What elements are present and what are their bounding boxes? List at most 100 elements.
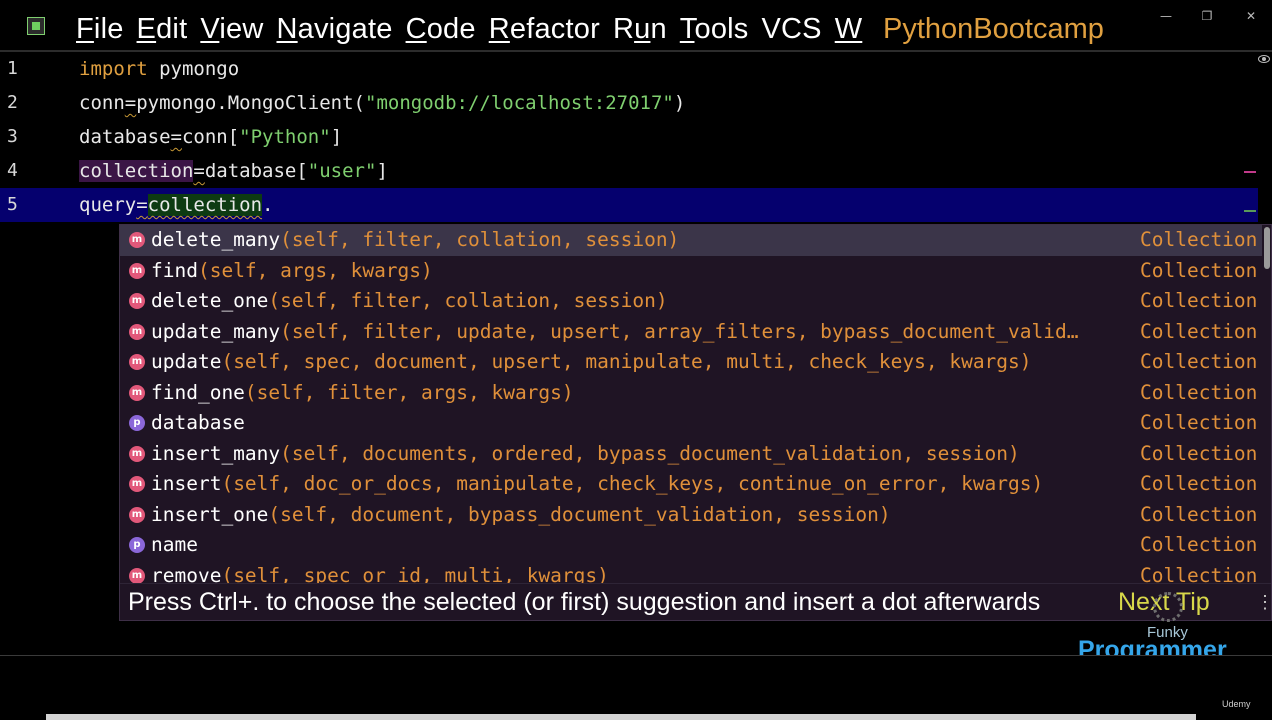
mongoclient-call: pymongo.MongoClient( [136, 92, 365, 114]
pycharm-app-icon[interactable] [27, 17, 45, 35]
tip-text: Press Ctrl+. to choose the selected (or … [128, 588, 1041, 616]
code-line-4[interactable]: 4 collection=database["user"] [0, 154, 1258, 188]
completion-item-type: Collection [1140, 563, 1258, 584]
completion-item-name: insert(self, doc_or_docs, manipulate, ch… [151, 472, 1044, 495]
menu-item[interactable]: File [76, 13, 124, 46]
completion-item-params: (self, documents, ordered, bypass_docume… [280, 441, 1020, 465]
completion-item[interactable]: m delete_one(self, filter, collation, ses… [120, 286, 1262, 317]
gear-logo-icon [1153, 592, 1183, 622]
variable-query: query [79, 194, 137, 216]
method-icon: m [129, 476, 145, 492]
menu-item[interactable]: Edit [137, 13, 188, 46]
menu-item[interactable]: Navigate [276, 13, 392, 46]
completion-item-params: (self, document, bypass_document_validat… [268, 502, 891, 526]
more-options-icon[interactable]: ⋮ [1256, 584, 1271, 620]
collection-string: "user" [307, 160, 377, 182]
property-icon: p [129, 415, 145, 431]
completion-item[interactable]: p database Collection [120, 408, 1262, 439]
udemy-logo: Udemy [1222, 699, 1251, 709]
operator-assign: = [193, 160, 205, 182]
completion-item-params: (self, filter, update, upsert, array_fil… [280, 319, 1079, 343]
close-bracket: ] [330, 126, 343, 148]
index-expression: conn[ [181, 126, 240, 148]
completion-item-name: find_one(self, filter, args, kwargs) [151, 380, 574, 404]
completion-item-type: Collection [1140, 228, 1258, 251]
variable-conn: conn [79, 92, 125, 114]
code-completion-popup[interactable]: m delete_many(self, filter, collation, se… [119, 224, 1272, 621]
completion-item-type: Collection [1140, 472, 1258, 495]
menu-item[interactable]: VCS [761, 13, 821, 46]
keyword-import: import [79, 58, 148, 80]
menu-item[interactable]: Code [406, 13, 476, 46]
completion-item[interactable]: m insert_many(self, documents, ordered, b… [120, 439, 1262, 470]
line-number: 5 [7, 194, 18, 215]
menu-item[interactable]: Run [613, 13, 667, 46]
completion-item[interactable]: p name Collection [120, 530, 1262, 561]
completion-item-type: Collection [1140, 533, 1258, 556]
completion-item[interactable]: m update(self, spec, document, upsert, ma… [120, 347, 1262, 378]
restore-icon[interactable]: ❐ [1196, 6, 1218, 26]
line-number: 2 [7, 92, 18, 113]
index-expression: database[ [204, 160, 308, 182]
completion-item-params: (self, spec_or_id, multi, kwargs) [221, 563, 609, 584]
variable-database: database [79, 126, 171, 148]
method-icon: m [129, 232, 145, 248]
completion-list[interactable]: m delete_many(self, filter, collation, se… [120, 225, 1262, 583]
module-name: pymongo [147, 58, 240, 80]
completion-item[interactable]: m insert(self, doc_or_docs, manipulate, c… [120, 469, 1262, 500]
error-stripe-mark[interactable] [1244, 171, 1256, 173]
completion-item-params: (self, doc_or_docs, manipulate, check_ke… [221, 472, 1044, 495]
completion-tip-bar: Press Ctrl+. to choose the selected (or … [120, 583, 1271, 620]
code-line-1[interactable]: 1 import pymongo [0, 52, 1258, 86]
completion-item-type: Collection [1140, 258, 1258, 282]
eye-icon[interactable] [1258, 55, 1270, 63]
completion-item-params: (self, filter, args, kwargs) [244, 380, 574, 404]
code-line-2[interactable]: 2 conn=pymongo.MongoClient("mongodb://lo… [0, 86, 1258, 120]
completion-item[interactable]: m insert_one(self, document, bypass_docum… [120, 500, 1262, 531]
completion-item[interactable]: m delete_many(self, filter, collation, se… [120, 225, 1262, 256]
operator-assign: = [124, 92, 137, 114]
completion-item-params: (self, args, kwargs) [197, 258, 433, 282]
completion-item-type: Collection [1140, 441, 1258, 465]
close-bracket: ] [376, 160, 388, 182]
completion-item-name: remove(self, spec_or_id, multi, kwargs) [151, 561, 609, 584]
completion-item-type: Collection [1140, 319, 1258, 343]
completion-item-name: insert_many(self, documents, ordered, by… [151, 441, 1020, 465]
video-progress-bar[interactable] [46, 714, 1196, 720]
completion-item-name: find(self, args, kwargs) [151, 258, 433, 282]
completion-item-name: name [151, 533, 198, 556]
minimize-icon[interactable]: — [1155, 6, 1177, 26]
completion-item[interactable]: m update_many(self, filter, update, upser… [120, 317, 1262, 348]
completion-item-name: insert_one(self, document, bypass_docume… [151, 502, 891, 526]
dot-accessor: . [262, 194, 274, 216]
completion-item-params: (self, filter, collation, session) [268, 289, 668, 312]
method-icon: m [129, 293, 145, 309]
menu-item[interactable]: View [200, 13, 263, 46]
operator-assign: = [170, 126, 182, 148]
property-icon: p [129, 537, 145, 553]
main-menu: File Edit View Navigate Code Refactor Run Tools… [76, 10, 875, 48]
completion-item-params: (self, filter, collation, session) [280, 228, 680, 251]
completion-item[interactable]: m remove(self, spec_or_id, multi, kwargs)… [120, 561, 1262, 584]
completion-item-name: update(self, spec, document, upsert, man… [151, 350, 1032, 373]
menu-item[interactable]: W [835, 13, 863, 46]
completion-item-type: Collection [1140, 380, 1258, 404]
code-line-5[interactable]: 5 query=collection. [0, 188, 1258, 222]
completion-item[interactable]: m find_one(self, filter, args, kwargs) Col… [120, 378, 1262, 409]
line-number: 4 [7, 160, 18, 181]
completion-item[interactable]: m find(self, args, kwargs) Collection [120, 256, 1262, 287]
operator-assign: = [136, 194, 148, 216]
completion-item-params: (self, spec, document, upsert, manipulat… [221, 350, 1032, 373]
close-paren: ) [673, 92, 686, 114]
method-icon: m [129, 323, 145, 340]
close-icon[interactable]: ✕ [1240, 6, 1262, 26]
menu-item[interactable]: Tools [680, 13, 749, 46]
completion-item-type: Collection [1140, 502, 1258, 526]
code-line-3[interactable]: 3 database=conn["Python"] [0, 120, 1258, 154]
completion-item-type: Collection [1140, 289, 1258, 312]
completion-scrollbar[interactable] [1264, 227, 1270, 269]
warning-stripe-mark[interactable] [1244, 210, 1256, 212]
menu-item[interactable]: Refactor [489, 13, 600, 46]
completion-item-name: delete_many(self, filter, collation, ses… [151, 228, 680, 251]
connection-string: "mongodb://localhost:27017" [365, 92, 674, 114]
